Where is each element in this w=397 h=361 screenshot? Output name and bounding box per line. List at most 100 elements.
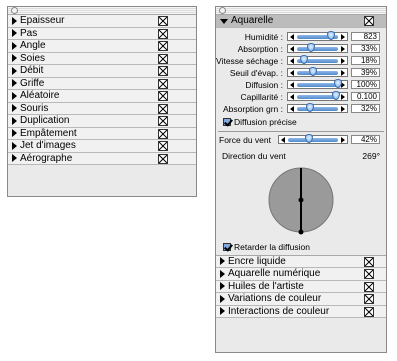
section-row[interactable]: Aléatoire bbox=[8, 90, 196, 103]
slider-knob[interactable] bbox=[306, 102, 315, 112]
wind-force-slider[interactable] bbox=[278, 133, 348, 144]
slider-track[interactable] bbox=[297, 90, 340, 100]
slider-track[interactable] bbox=[297, 78, 342, 88]
slider[interactable] bbox=[287, 42, 348, 53]
slider-knob[interactable] bbox=[308, 66, 317, 76]
checkbox-icon[interactable] bbox=[223, 117, 231, 126]
triangle-right-icon[interactable] bbox=[12, 141, 17, 150]
triangle-right-icon[interactable] bbox=[12, 116, 17, 125]
checkbox-x-icon[interactable] bbox=[158, 91, 168, 101]
checkbox-x-icon[interactable] bbox=[158, 78, 168, 89]
checkbox-x-icon[interactable] bbox=[158, 116, 168, 126]
checkbox-x-icon[interactable] bbox=[364, 256, 374, 267]
close-icon[interactable] bbox=[11, 7, 18, 14]
section-row[interactable]: Empâtement bbox=[8, 127, 196, 140]
left-arrow-icon[interactable] bbox=[288, 57, 296, 64]
diffusion-precise-checkbox[interactable]: Diffusion précise bbox=[216, 115, 386, 129]
triangle-right-icon[interactable] bbox=[12, 66, 17, 75]
right-arrow-icon[interactable] bbox=[339, 105, 347, 112]
right-arrow-icon[interactable] bbox=[339, 33, 347, 40]
control-value[interactable]: 0.100 bbox=[351, 92, 380, 101]
section-row[interactable]: Angle bbox=[8, 40, 196, 53]
checkbox-x-icon[interactable] bbox=[158, 66, 168, 76]
close-icon[interactable] bbox=[219, 7, 226, 14]
section-row[interactable]: Duplication bbox=[8, 115, 196, 128]
control-value[interactable]: 39% bbox=[351, 68, 380, 77]
checkbox-icon[interactable] bbox=[223, 242, 231, 251]
checkbox-x-icon[interactable] bbox=[158, 103, 168, 114]
triangle-right-icon[interactable] bbox=[12, 91, 17, 100]
control-value[interactable]: 100% bbox=[351, 80, 380, 89]
slider-knob[interactable] bbox=[305, 133, 313, 143]
slider-track[interactable] bbox=[297, 102, 338, 112]
triangle-right-icon[interactable] bbox=[12, 129, 17, 138]
checkbox-x-icon[interactable] bbox=[158, 16, 168, 26]
checkbox-x-icon[interactable] bbox=[158, 128, 168, 139]
left-arrow-icon[interactable] bbox=[288, 93, 296, 100]
checkbox-x-icon[interactable] bbox=[158, 53, 168, 64]
right-arrow-icon[interactable] bbox=[339, 69, 347, 76]
triangle-right-icon[interactable] bbox=[12, 41, 17, 50]
left-arrow-icon[interactable] bbox=[288, 81, 296, 88]
control-value[interactable]: 823 bbox=[351, 32, 380, 41]
section-row[interactable]: Aérographe bbox=[8, 152, 196, 165]
triangle-right-icon[interactable] bbox=[220, 307, 225, 316]
triangle-right-icon[interactable] bbox=[12, 54, 17, 63]
triangle-right-icon[interactable] bbox=[220, 257, 225, 266]
slider-knob[interactable] bbox=[334, 78, 342, 88]
right-arrow-icon[interactable] bbox=[339, 136, 347, 143]
section-row[interactable]: Aquarelle numérique bbox=[216, 268, 386, 281]
wind-direction-dial[interactable] bbox=[216, 162, 386, 238]
left-arrow-icon[interactable] bbox=[288, 105, 296, 112]
section-row[interactable]: Interactions de couleur bbox=[216, 305, 386, 318]
palette-title-bar[interactable] bbox=[8, 7, 196, 15]
control-value[interactable]: 18% bbox=[351, 56, 380, 65]
checkbox-x-icon[interactable] bbox=[158, 141, 168, 151]
checkbox-x-icon[interactable] bbox=[158, 41, 168, 51]
right-arrow-icon[interactable] bbox=[339, 93, 347, 100]
slider-knob[interactable] bbox=[306, 42, 315, 52]
triangle-right-icon[interactable] bbox=[220, 269, 225, 278]
slider-knob[interactable] bbox=[331, 90, 340, 100]
checkbox-x-icon[interactable] bbox=[364, 269, 374, 279]
slider[interactable] bbox=[287, 66, 348, 77]
section-row[interactable]: Jet d'images bbox=[8, 140, 196, 153]
slider-track[interactable] bbox=[297, 54, 338, 64]
right-arrow-icon[interactable] bbox=[339, 45, 347, 52]
slider[interactable] bbox=[287, 102, 348, 113]
left-arrow-icon[interactable] bbox=[288, 69, 296, 76]
slider[interactable] bbox=[287, 90, 348, 101]
triangle-right-icon[interactable] bbox=[12, 154, 17, 163]
checkbox-x-icon[interactable] bbox=[158, 28, 168, 39]
slider[interactable] bbox=[287, 78, 348, 89]
section-row[interactable]: Pas bbox=[8, 27, 196, 40]
triangle-right-icon[interactable] bbox=[12, 104, 17, 113]
section-row[interactable]: Epaisseur bbox=[8, 15, 196, 28]
section-row[interactable]: Huiles de l'artiste bbox=[216, 280, 386, 293]
control-value[interactable]: 33% bbox=[351, 44, 380, 53]
wind-force-value[interactable]: 42% bbox=[351, 135, 380, 144]
control-value[interactable]: 32% bbox=[351, 104, 380, 113]
slider-knob[interactable] bbox=[300, 54, 309, 64]
slider-track[interactable] bbox=[297, 66, 338, 76]
section-row[interactable]: Soies bbox=[8, 52, 196, 65]
left-arrow-icon[interactable] bbox=[279, 136, 287, 143]
right-arrow-icon[interactable] bbox=[339, 57, 347, 64]
left-arrow-icon[interactable] bbox=[288, 33, 296, 40]
triangle-right-icon[interactable] bbox=[12, 29, 17, 38]
palette-title-bar[interactable] bbox=[216, 7, 386, 15]
checkbox-x-icon[interactable] bbox=[158, 153, 168, 164]
slider-track[interactable] bbox=[297, 42, 338, 52]
triangle-right-icon[interactable] bbox=[12, 79, 17, 88]
triangle-right-icon[interactable] bbox=[220, 294, 225, 303]
slider-track[interactable] bbox=[297, 30, 338, 40]
checkbox-x-icon[interactable] bbox=[364, 294, 374, 304]
triangle-right-icon[interactable] bbox=[220, 282, 225, 291]
retarder-diffusion-checkbox[interactable]: Retarder la diffusion bbox=[216, 240, 386, 254]
checkbox-x-icon[interactable] bbox=[364, 16, 374, 26]
slider-track[interactable] bbox=[288, 133, 338, 143]
slider[interactable] bbox=[287, 30, 348, 41]
section-header-aquarelle[interactable]: Aquarelle bbox=[216, 15, 386, 28]
slider[interactable] bbox=[287, 54, 348, 65]
section-row[interactable]: Débit bbox=[8, 65, 196, 78]
